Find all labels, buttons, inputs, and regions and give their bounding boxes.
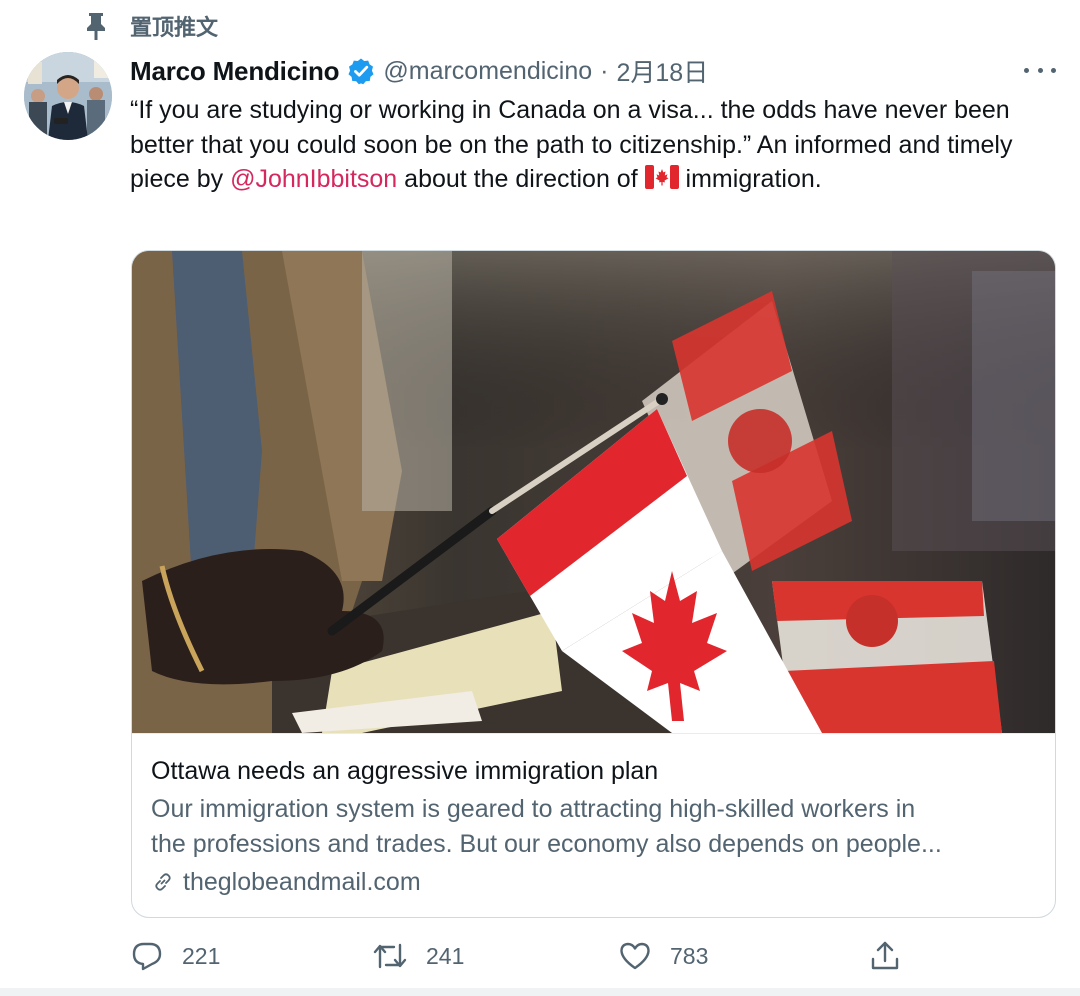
share-icon[interactable]	[868, 939, 902, 973]
link-preview-card[interactable]: Ottawa needs an aggressive immigration p…	[131, 250, 1056, 918]
retweet-button[interactable]: 241	[372, 934, 464, 978]
pinned-label: 置顶推文	[130, 15, 219, 40]
mention-link[interactable]: @JohnIbbitson	[230, 165, 397, 193]
separator-dot: ·	[600, 56, 609, 85]
tweet-text-part: immigration.	[678, 165, 822, 193]
card-body[interactable]: Ottawa needs an aggressive immigration p…	[132, 733, 1055, 917]
link-icon	[151, 869, 177, 895]
more-options-icon[interactable]	[1024, 60, 1056, 80]
tweet-text: “If you are studying or working in Canad…	[130, 93, 1060, 197]
retweet-icon[interactable]	[372, 939, 408, 973]
card-title[interactable]: Ottawa needs an aggressive immigration p…	[151, 754, 1039, 788]
retweet-count: 241	[426, 942, 465, 969]
share-button[interactable]	[868, 934, 902, 978]
divider	[0, 988, 1080, 996]
user-handle[interactable]: @marcomendicino	[383, 57, 592, 86]
verified-badge-icon	[347, 57, 375, 85]
tweet[interactable]: 置顶推文 Marco Mendicino @marcomendicino · 2…	[0, 0, 1080, 996]
reply-button[interactable]: 221	[130, 934, 220, 978]
card-image[interactable]	[132, 251, 1056, 733]
card-description: Our immigration system is geared to attr…	[151, 792, 1039, 861]
card-description-line: Our immigration system is geared to attr…	[151, 795, 916, 823]
pinned-indicator: 置顶推文	[84, 10, 218, 42]
reply-count: 221	[182, 942, 221, 969]
tweet-text-part: about the direction of	[397, 165, 645, 193]
card-domain[interactable]: theglobeandmail.com	[151, 865, 1039, 899]
tweet-actions: 221 241 783	[130, 934, 1060, 978]
like-button[interactable]: 783	[618, 934, 708, 978]
reply-icon[interactable]	[130, 939, 164, 973]
avatar[interactable]	[24, 52, 112, 140]
display-name[interactable]: Marco Mendicino	[130, 56, 340, 87]
heart-icon[interactable]	[618, 940, 652, 972]
card-description-line: the professions and trades. But our econ…	[151, 829, 942, 858]
canada-flag-emoji-icon	[644, 164, 679, 189]
timestamp[interactable]: 2月18日	[616, 53, 708, 89]
card-domain-text[interactable]: theglobeandmail.com	[183, 865, 421, 899]
tweet-header: Marco Mendicino @marcomendicino · 2月18日	[130, 54, 708, 88]
pin-icon	[84, 11, 108, 41]
like-count: 783	[670, 942, 709, 969]
